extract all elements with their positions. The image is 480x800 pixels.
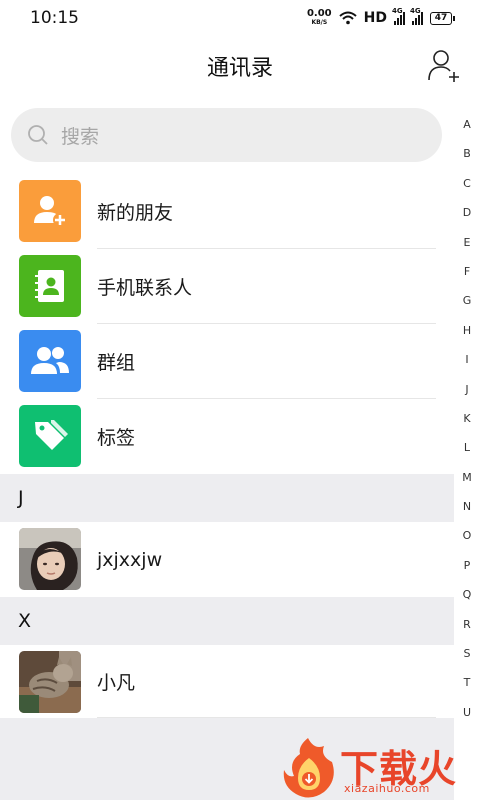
index-letter-f[interactable]: F <box>464 257 470 286</box>
groups-item[interactable]: 群组 <box>0 324 454 399</box>
index-letter-a[interactable]: A <box>463 110 471 139</box>
search-input[interactable]: 搜索 <box>11 108 442 162</box>
phone-contacts-icon <box>19 255 81 317</box>
status-time: 10:15 <box>30 8 79 28</box>
function-label: 群组 <box>97 352 136 374</box>
function-label: 手机联系人 <box>97 277 193 299</box>
index-letter-n[interactable]: N <box>463 492 471 521</box>
add-contact-icon[interactable] <box>428 48 462 82</box>
alphabet-index[interactable]: ABCDEFGHIJKLMNOPQRSTU <box>454 110 480 727</box>
group-icon <box>19 330 81 392</box>
function-label: 新的朋友 <box>97 202 174 224</box>
index-letter-i[interactable]: I <box>465 345 468 374</box>
phone-contacts-item[interactable]: 手机联系人 <box>0 249 454 324</box>
section-header-j: J <box>0 474 454 522</box>
contact-row[interactable]: jxjxxjw <box>0 522 454 597</box>
page-title: 通讯录 <box>206 56 273 81</box>
net-speed: 0.00 KB/S <box>306 8 332 27</box>
contact-name: jxjxxjw <box>97 548 163 571</box>
wifi-icon <box>338 11 357 25</box>
search-icon <box>28 125 48 145</box>
index-letter-c[interactable]: C <box>463 169 471 198</box>
flame-icon <box>283 738 334 798</box>
index-letter-l[interactable]: L <box>464 433 470 462</box>
index-letter-g[interactable]: G <box>463 286 472 315</box>
search-placeholder: 搜索 <box>61 125 100 148</box>
new-friend-icon <box>19 180 81 242</box>
hd-indicator: HD <box>363 10 387 26</box>
index-letter-t[interactable]: T <box>464 668 471 697</box>
index-letter-h[interactable]: H <box>463 316 471 345</box>
header: 通讯录 <box>0 36 480 100</box>
section-header-x: X <box>0 597 454 645</box>
index-letter-k[interactable]: K <box>463 404 470 433</box>
tags-item[interactable]: 标签 <box>0 399 454 474</box>
index-letter-o[interactable]: O <box>463 521 472 550</box>
status-bar: 10:15 0.00 KB/S HD 4G 4G 47 <box>0 0 480 36</box>
battery-icon: 47 <box>430 11 455 25</box>
index-letter-b[interactable]: B <box>463 139 471 168</box>
avatar <box>19 651 81 713</box>
watermark-logo: 下载火 xiazaihuo.com <box>280 736 480 800</box>
new-friends-item[interactable]: 新的朋友 <box>0 174 454 249</box>
signal-icon: 4G <box>410 7 423 25</box>
index-letter-q[interactable]: Q <box>463 580 472 609</box>
index-letter-m[interactable]: M <box>462 463 472 492</box>
index-letter-p[interactable]: P <box>464 551 471 580</box>
avatar <box>19 528 81 590</box>
contact-row[interactable]: 小凡 <box>0 645 454 718</box>
signal-icon: 4G <box>392 7 405 25</box>
index-letter-u[interactable]: U <box>463 698 471 727</box>
index-letter-r[interactable]: R <box>463 610 471 639</box>
index-letter-j[interactable]: J <box>465 375 468 404</box>
tag-icon <box>19 405 81 467</box>
index-letter-e[interactable]: E <box>464 228 471 257</box>
watermark-url: xiazaihuo.com <box>344 782 430 795</box>
index-letter-d[interactable]: D <box>463 198 471 227</box>
function-label: 标签 <box>97 427 136 449</box>
index-letter-s[interactable]: S <box>464 639 471 668</box>
status-icons: 0.00 KB/S HD 4G 4G 47 <box>306 7 455 27</box>
contact-name: 小凡 <box>97 672 136 694</box>
